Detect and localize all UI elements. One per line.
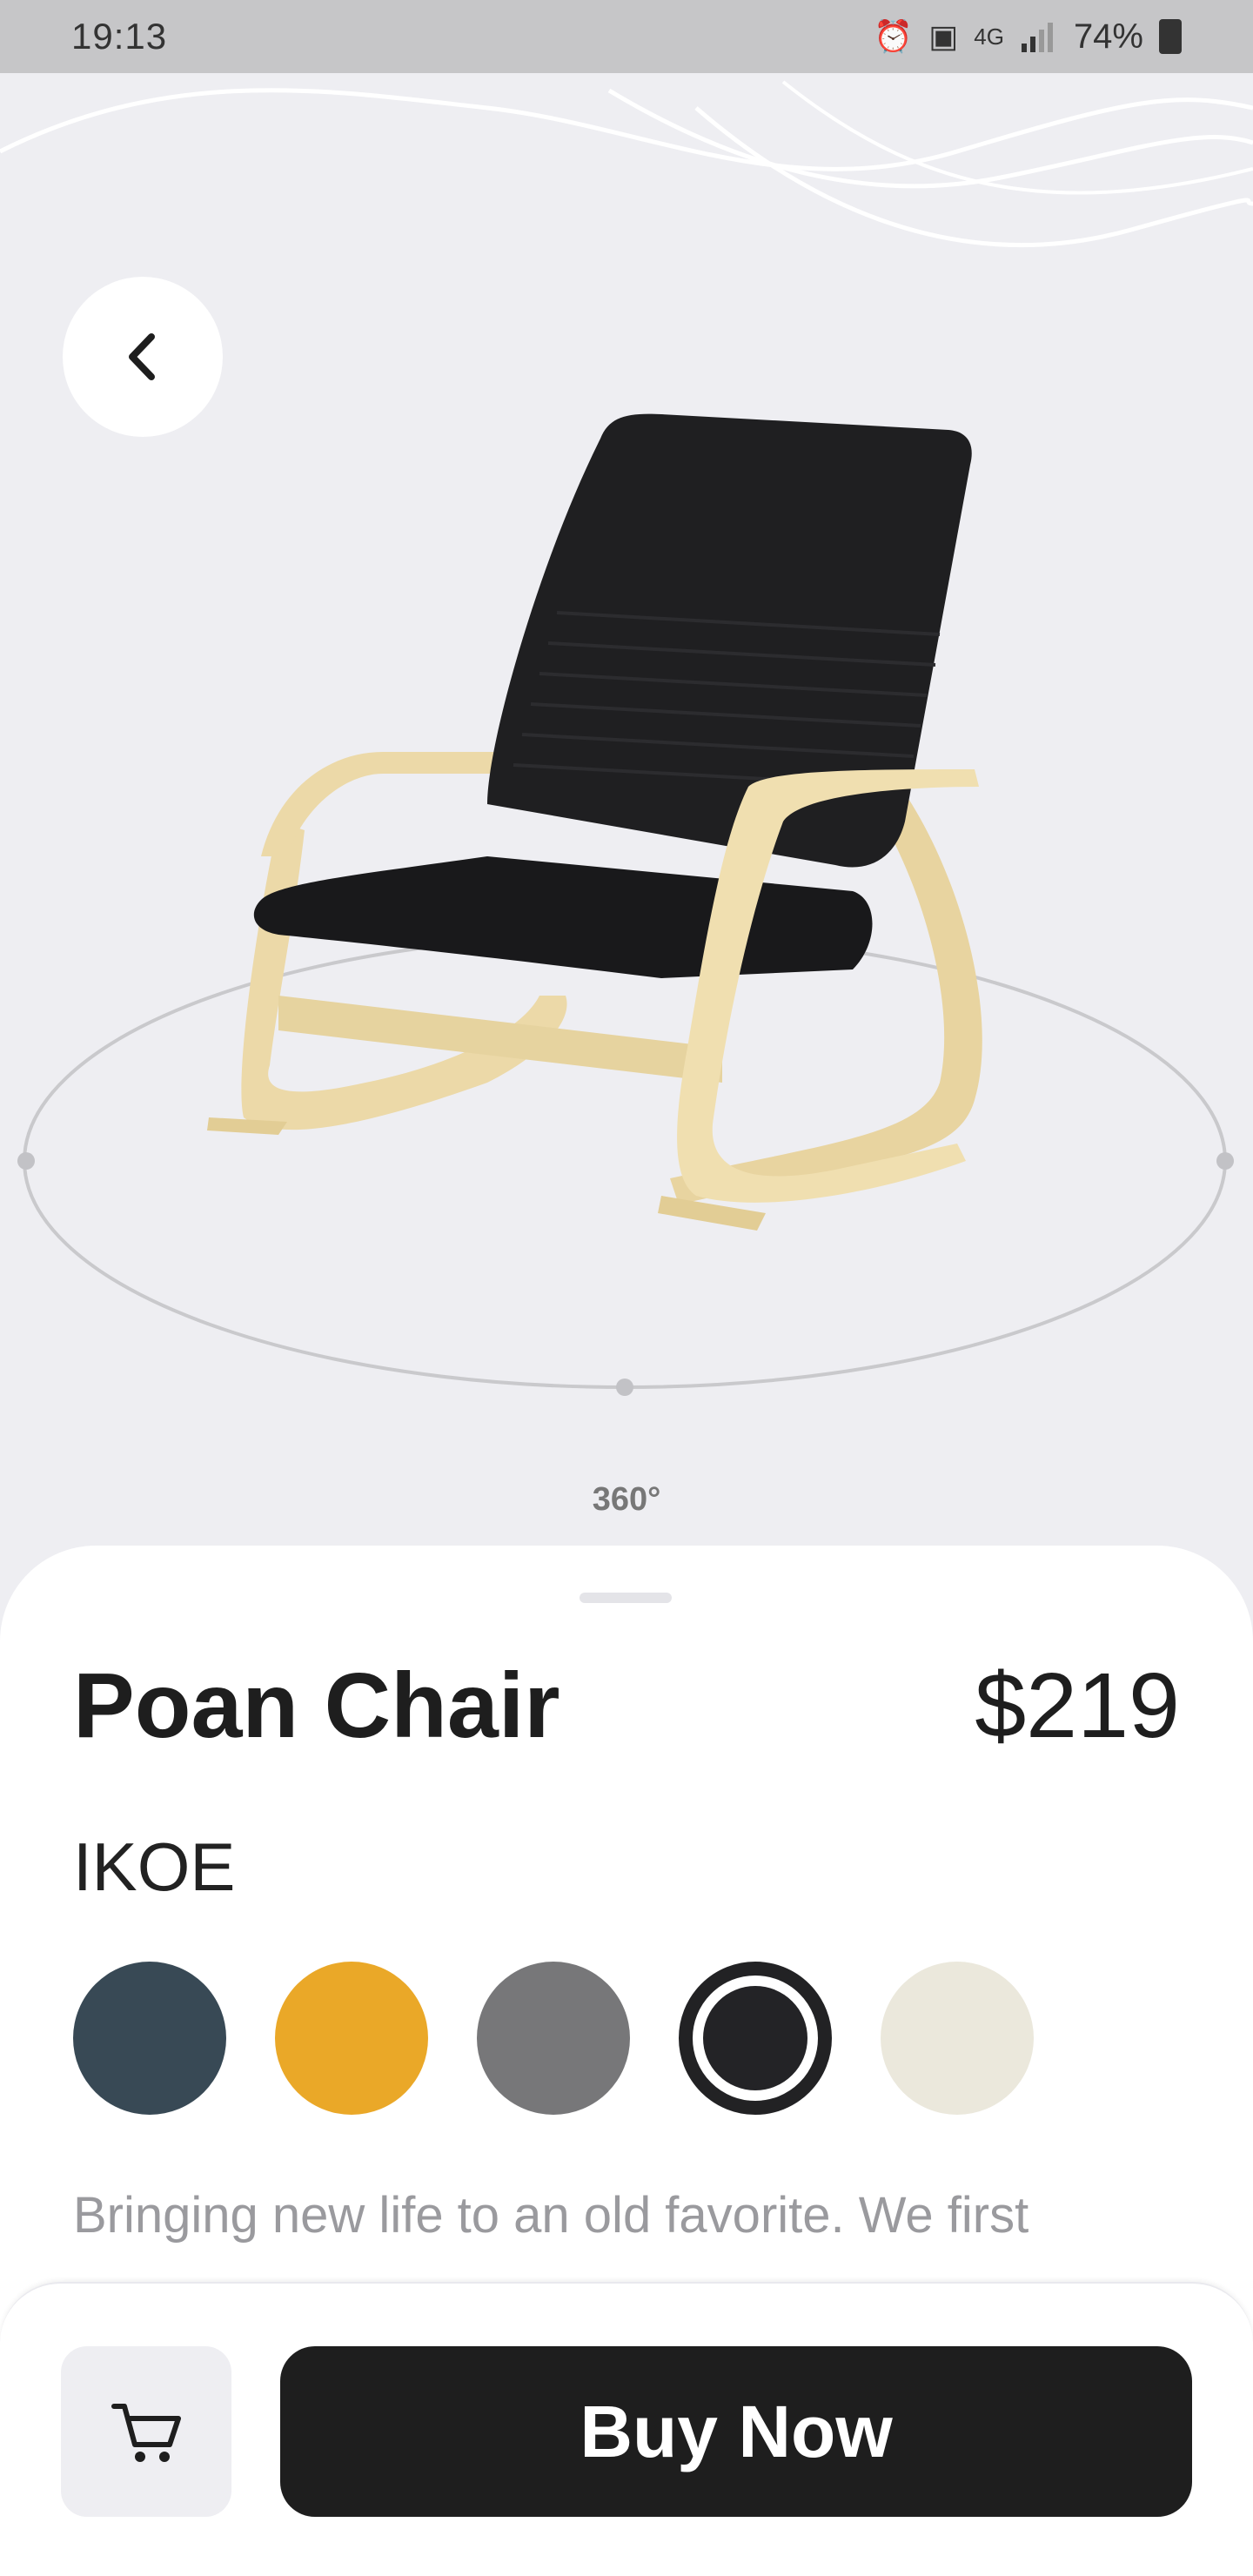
product-brand: IKOE	[73, 1828, 236, 1905]
signal-icon	[1021, 23, 1053, 52]
battery-saver-icon: ▣	[928, 18, 959, 54]
cart-button[interactable]	[61, 2346, 231, 2517]
color-swatches	[73, 1962, 1034, 2115]
rotation-orbit	[23, 933, 1227, 1389]
product-description: Bringing new life to an old favorite. We…	[73, 2187, 1029, 2244]
rotation-label: 360°	[592, 1481, 661, 1518]
product-name: Poan Chair	[73, 1654, 560, 1757]
product-price: $219	[975, 1654, 1180, 1757]
color-swatch-mustard[interactable]	[275, 1962, 428, 2115]
color-swatch-slate[interactable]	[73, 1962, 226, 2115]
status-bar: 19:13 ⏰ ▣ 4G 74%	[0, 0, 1253, 73]
orbit-handle-bottom	[616, 1379, 633, 1396]
chair-model	[17, 413, 1234, 1396]
battery-percent: 74%	[1073, 17, 1143, 56]
cart-icon	[111, 2404, 181, 2462]
color-swatch-gray[interactable]	[477, 1962, 630, 2115]
color-swatch-cream[interactable]	[881, 1962, 1034, 2115]
buy-now-button[interactable]: Buy Now	[280, 2346, 1192, 2517]
bottom-action-bar: Buy Now	[0, 2282, 1253, 2576]
color-swatch-black-selected[interactable]	[679, 1962, 832, 2115]
alarm-icon: ⏰	[874, 18, 914, 54]
status-icons: ⏰ ▣ 4G 74%	[874, 17, 1182, 57]
status-time: 19:13	[71, 16, 168, 57]
battery-charging-icon	[1159, 19, 1182, 54]
sheet-drag-handle[interactable]	[580, 1593, 672, 1603]
color-swatch-black-fill	[703, 1986, 807, 2090]
network-4g-icon: 4G	[974, 23, 1004, 50]
orbit-handle-left	[17, 1152, 35, 1170]
orbit-handle-right	[1216, 1152, 1234, 1170]
product-viewer[interactable]: 360°	[0, 73, 1253, 1544]
